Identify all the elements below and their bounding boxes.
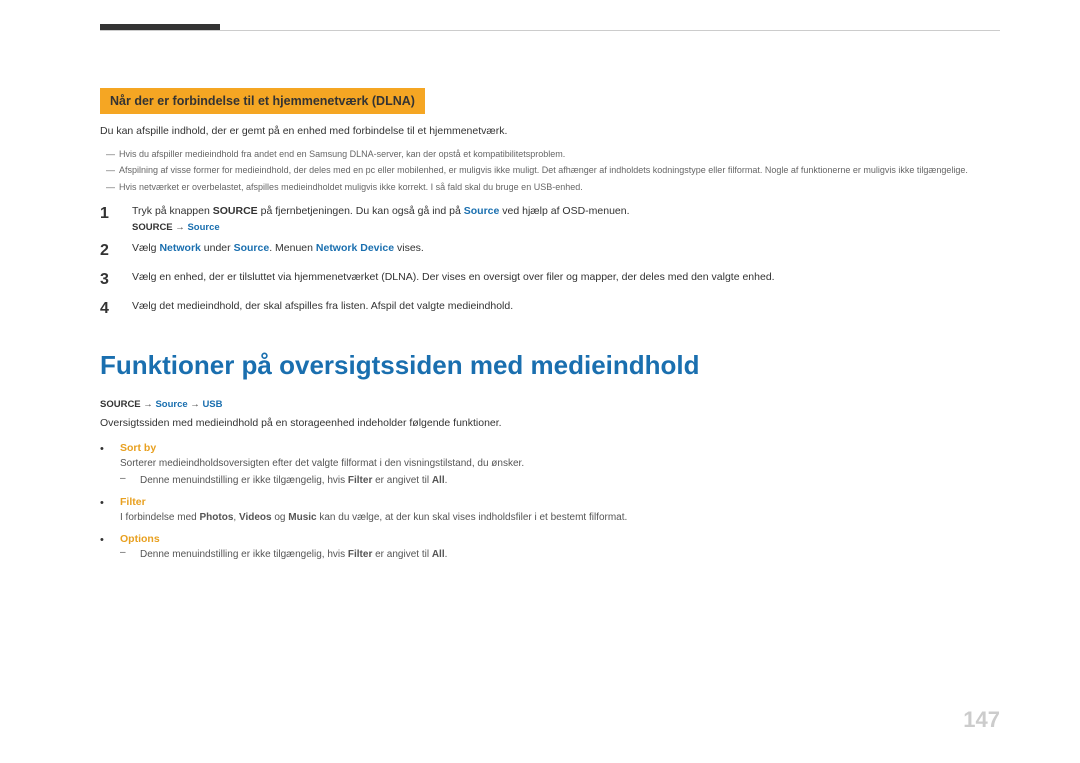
- dlna-notes: Hvis du afspiller medieindhold fra andet…: [100, 148, 1000, 195]
- sub-text-2: Denne menuindstilling er ikke tilgængeli…: [140, 547, 447, 562]
- step-3-text: Vælg en enhed, der er tilsluttet via hje…: [132, 270, 1000, 286]
- sub-text-1: Denne menuindstilling er ikke tilgængeli…: [140, 473, 447, 488]
- overview-text: Oversigtssiden med medieindhold på en st…: [100, 416, 1000, 432]
- dlna-note-1: Hvis du afspiller medieindhold fra andet…: [100, 148, 1000, 162]
- bullet-dot-3: •: [100, 534, 112, 546]
- top-line: [100, 30, 1000, 31]
- bullet-filter: • Filter I forbindelse med Photos, Video…: [100, 496, 1000, 525]
- page-number: 147: [963, 707, 1000, 733]
- step-4-number: 4: [100, 299, 120, 320]
- options-title: Options: [120, 533, 1000, 545]
- bullet-options: • Options – Denne menuindstilling er ikk…: [100, 533, 1000, 562]
- sort-by-title: Sort by: [120, 442, 1000, 454]
- step-1: 1 Tryk på knappen SOURCE på fjernbetjeni…: [100, 204, 1000, 233]
- dlna-heading-text: Når der er forbindelse til et hjemmenetv…: [110, 94, 415, 108]
- options-content: Options – Denne menuindstilling er ikke …: [120, 533, 1000, 562]
- step-1-content: Tryk på knappen SOURCE på fjernbetjening…: [132, 204, 1000, 233]
- sort-by-desc: Sorterer medieindholdsoversigten efter d…: [120, 456, 1000, 471]
- dlna-section: Når der er forbindelse til et hjemmenetv…: [100, 88, 1000, 319]
- step-4-text: Vælg det medieindhold, der skal afspille…: [132, 299, 1000, 315]
- dlna-steps: 1 Tryk på knappen SOURCE på fjernbetjeni…: [100, 204, 1000, 319]
- sort-by-content: Sort by Sorterer medieindholdsoversigten…: [120, 442, 1000, 488]
- source-path: SOURCE → Source → USB: [100, 399, 1000, 410]
- dlna-intro: Du kan afspille indhold, der er gemt på …: [100, 124, 1000, 140]
- filter-desc: I forbindelse med Photos, Videos og Musi…: [120, 510, 1000, 525]
- step-2-text: Vælg Network under Source. Menuen Networ…: [132, 241, 1000, 257]
- step-3: 3 Vælg en enhed, der er tilsluttet via h…: [100, 270, 1000, 291]
- bullet-dot-1: •: [100, 443, 112, 455]
- bullet-dot-2: •: [100, 497, 112, 509]
- step-4: 4 Vælg det medieindhold, der skal afspil…: [100, 299, 1000, 320]
- step-1-number: 1: [100, 204, 120, 225]
- main-content: Når der er forbindelse til et hjemmenetv…: [100, 88, 1000, 562]
- main-title: Funktioner på oversigtssiden med mediein…: [100, 349, 1000, 383]
- main-section: Funktioner på oversigtssiden med mediein…: [100, 349, 1000, 562]
- dlna-note-3: Hvis netværket er overbelastet, afspille…: [100, 181, 1000, 195]
- options-sub: – Denne menuindstilling er ikke tilgænge…: [120, 547, 1000, 562]
- sub-dash-1: –: [120, 473, 132, 484]
- step-2-number: 2: [100, 241, 120, 262]
- dlna-heading-box: Når der er forbindelse til et hjemmenetv…: [100, 88, 425, 114]
- sub-dash-2: –: [120, 547, 132, 558]
- filter-content: Filter I forbindelse med Photos, Videos …: [120, 496, 1000, 525]
- step-3-content: Vælg en enhed, der er tilsluttet via hje…: [132, 270, 1000, 286]
- step-2: 2 Vælg Network under Source. Menuen Netw…: [100, 241, 1000, 262]
- filter-title: Filter: [120, 496, 1000, 508]
- bullet-sort-by: • Sort by Sorterer medieindholdsoversigt…: [100, 442, 1000, 488]
- step-1-cmd: SOURCE → Source: [132, 222, 1000, 233]
- sort-by-sub: – Denne menuindstilling er ikke tilgænge…: [120, 473, 1000, 488]
- step-3-number: 3: [100, 270, 120, 291]
- page: Når der er forbindelse til et hjemmenetv…: [0, 0, 1080, 763]
- step-2-content: Vælg Network under Source. Menuen Networ…: [132, 241, 1000, 257]
- step-1-text: Tryk på knappen SOURCE på fjernbetjening…: [132, 204, 1000, 220]
- dlna-note-2: Afspilning af visse former for medieindh…: [100, 164, 1000, 178]
- feature-list: • Sort by Sorterer medieindholdsoversigt…: [100, 442, 1000, 562]
- step-4-content: Vælg det medieindhold, der skal afspille…: [132, 299, 1000, 315]
